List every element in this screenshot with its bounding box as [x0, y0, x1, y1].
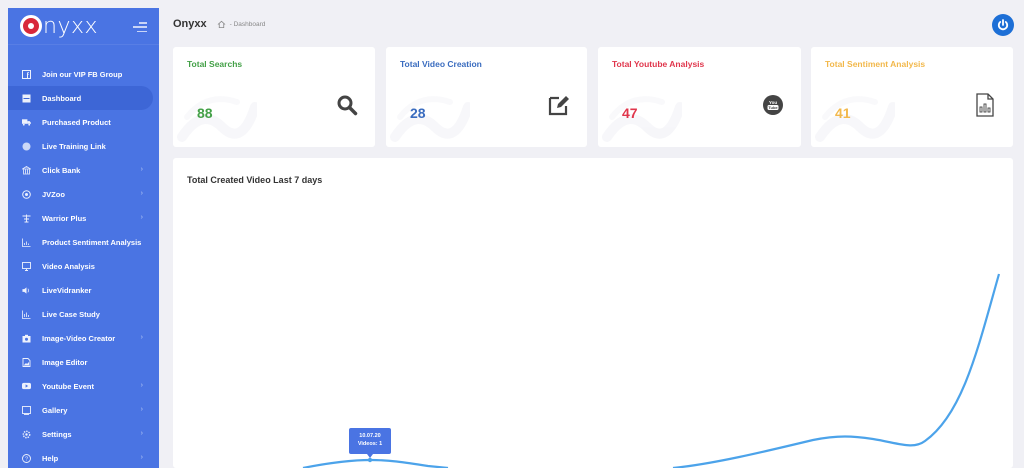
series-line — [302, 273, 1001, 468]
monitor-icon — [22, 261, 31, 271]
card-value: 47 — [622, 105, 638, 121]
sidebar-item-label: JVZoo — [42, 189, 65, 199]
facebook-icon — [22, 69, 31, 79]
sidebar-item-label: LiveVidranker — [42, 285, 92, 295]
brand-logo[interactable]: nyxx — [8, 8, 159, 45]
card-value: 41 — [835, 105, 851, 121]
card-total-sentiment-analysis: Total Sentiment Analysis 41 — [811, 47, 1013, 147]
sidebar-item-join-our-vip-fb-group[interactable]: Join our VIP FB Group — [8, 62, 159, 86]
sidebar-item-image-video-creator[interactable]: Image-Video Creator › — [8, 326, 159, 350]
chevron-right-icon: › — [140, 214, 143, 221]
chevron-right-icon: › — [140, 406, 143, 413]
menu-collapse-icon[interactable] — [133, 22, 147, 32]
card-total-youtube-analysis: Total Youtube Analysis 47 You Tube — [598, 47, 801, 147]
sidebar-item-label: Dashboard — [42, 93, 82, 103]
sidebar-item-gallery[interactable]: Gallery › — [8, 398, 159, 422]
sidebar-item-label: Image Editor — [42, 357, 88, 367]
sidebar-item-label: Image-Video Creator — [42, 333, 116, 343]
sidebar-item-livevidranker[interactable]: LiveVidranker — [8, 278, 159, 302]
data-point — [367, 457, 373, 463]
sidebar-menu: Join our VIP FB Group Dashboard Purchased … — [8, 45, 159, 468]
chart-tooltip: 10.07.20 Videos: 1 — [349, 428, 391, 458]
bank-icon — [22, 165, 31, 175]
page-title: Onyxx — [173, 18, 207, 30]
chart-icon — [22, 238, 31, 247]
sidebar-item-label: Warrior Plus — [42, 213, 87, 223]
sidebar-item-live-training-link[interactable]: Live Training Link — [8, 134, 159, 158]
sidebar-item-label: Live Training Link — [42, 141, 106, 151]
camera-icon — [22, 334, 31, 343]
image-icon — [22, 357, 31, 367]
jvzoo-icon — [22, 189, 31, 199]
gear-icon — [22, 430, 31, 439]
tooltip-value: Videos: 1 — [357, 441, 383, 447]
chevron-right-icon: › — [140, 430, 143, 437]
sidebar-item-label: Video Analysis — [42, 261, 95, 271]
sidebar-item-label: Product Sentiment Analysis — [42, 237, 142, 247]
video-chart — [302, 273, 1001, 468]
logo-text: nyxx — [43, 13, 99, 39]
svg-text:Tube: Tube — [768, 105, 778, 110]
youtube-icon — [22, 382, 31, 391]
sidebar-item-jvzoo[interactable]: JVZoo › — [8, 182, 159, 206]
logo-mark — [20, 15, 42, 37]
card-value: 28 — [410, 105, 426, 121]
sidebar-item-label: Click Bank — [42, 165, 81, 175]
card-title: Total Searchs — [187, 59, 243, 69]
dashboard-icon — [22, 94, 31, 103]
speaker-icon — [22, 286, 31, 295]
svg-text:?: ? — [25, 456, 28, 462]
live-icon — [22, 142, 31, 151]
sidebar-item-image-editor[interactable]: Image Editor — [8, 350, 159, 374]
sidebar-item-label: Youtube Event — [42, 381, 94, 391]
chevron-right-icon: › — [140, 382, 143, 389]
gallery-icon — [22, 405, 31, 415]
sidebar-item-label: Join our VIP FB Group — [42, 69, 123, 79]
sidebar-item-live-case-study[interactable]: Live Case Study — [8, 302, 159, 326]
edit-icon — [547, 93, 571, 117]
sidebar-item-label: Gallery — [42, 405, 68, 415]
tooltip-date: 10.07.20 — [359, 433, 381, 439]
sidebar-item-label: Purchased Product — [42, 117, 111, 127]
sidebar-item-warrior-plus[interactable]: Warrior Plus › — [8, 206, 159, 230]
card-total-video-creation: Total Video Creation 28 — [386, 47, 587, 147]
bar-chart-icon — [22, 310, 31, 319]
chevron-right-icon: › — [140, 190, 143, 197]
sidebar-item-youtube-event[interactable]: Youtube Event › — [8, 374, 159, 398]
sidebar-item-product-sentiment-analysis[interactable]: Product Sentiment Analysis — [8, 230, 159, 254]
chevron-right-icon: › — [140, 166, 143, 173]
chevron-right-icon: › — [140, 334, 143, 341]
sidebar: nyxx Join our VIP FB Group Dashboard Purch… — [8, 8, 159, 468]
youtube-icon: You Tube — [761, 93, 785, 117]
sidebar-item-video-analysis[interactable]: Video Analysis — [8, 254, 159, 278]
sidebar-item-purchased-product[interactable]: Purchased Product — [8, 110, 159, 134]
sidebar-item-label: Help — [42, 453, 59, 463]
chart-card: Total Created Video Last 7 days 10.07.20… — [173, 158, 1013, 468]
card-value: 88 — [197, 105, 213, 121]
card-title: Total Youtube Analysis — [612, 59, 705, 69]
help-icon: ? — [22, 453, 31, 463]
chevron-right-icon: › — [140, 454, 143, 461]
sidebar-item-settings[interactable]: Settings › — [8, 422, 159, 446]
card-title: Total Video Creation — [400, 59, 482, 69]
sidebar-item-help[interactable]: ? Help › — [8, 446, 159, 468]
power-icon[interactable] — [992, 14, 1014, 36]
home-icon[interactable] — [217, 20, 226, 29]
card-total-searchs: Total Searchs 88 — [173, 47, 375, 147]
top-bar: Onyxx - Dashboard — [159, 8, 1024, 40]
sidebar-item-label: Live Case Study — [42, 309, 100, 319]
warrior-icon — [22, 214, 31, 223]
card-title: Total Sentiment Analysis — [825, 59, 926, 69]
sidebar-item-dashboard[interactable]: Dashboard — [8, 86, 153, 110]
sidebar-item-label: Settings — [42, 429, 72, 439]
document-chart-icon — [973, 93, 997, 117]
sidebar-item-click-bank[interactable]: Click Bank › — [8, 158, 159, 182]
truck-icon — [22, 118, 31, 127]
search-icon — [335, 93, 359, 117]
breadcrumb[interactable]: - Dashboard — [230, 21, 266, 28]
